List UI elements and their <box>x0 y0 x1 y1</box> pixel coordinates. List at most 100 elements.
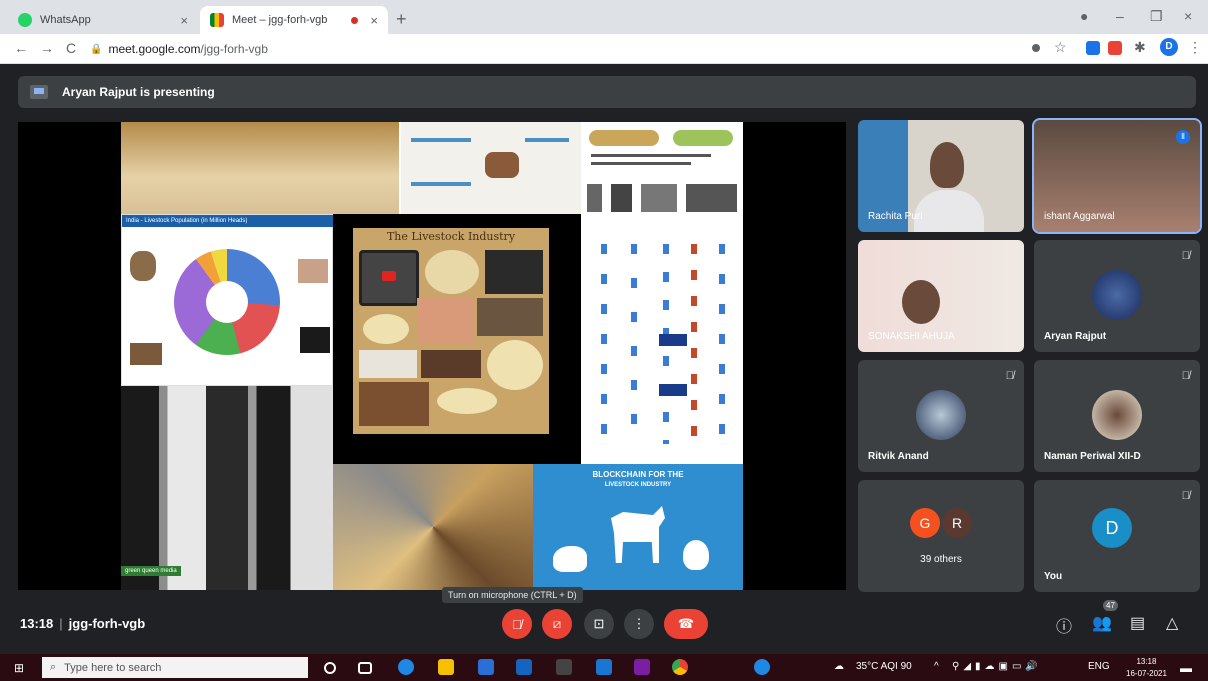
meeting-info: 13:18 | jgg-forh-vgb <box>20 616 145 631</box>
notification-icon[interactable]: ▬ <box>1180 661 1192 675</box>
participant-tile[interactable]: Rachita Puri <box>858 120 1024 232</box>
reload-button[interactable]: C <box>66 40 76 56</box>
youtube-play-icon <box>382 271 396 281</box>
mail-icon[interactable] <box>478 659 494 675</box>
others-tile[interactable]: G R 39 others <box>858 480 1024 592</box>
hang-up-icon: ☎ <box>677 616 695 631</box>
present-icon: ⊡ <box>593 616 605 631</box>
participant-name: Rachita Puri <box>868 211 923 222</box>
participant-name: Ritvik Anand <box>868 451 929 462</box>
alfalfa-image <box>583 122 743 214</box>
file-explorer-icon[interactable] <box>438 659 454 675</box>
food-collage-image <box>333 464 533 590</box>
mic-off-icon: 🎙̸ <box>512 616 522 632</box>
menu-kebab-icon[interactable]: ⋮ <box>1188 39 1202 56</box>
kebab-icon: ⋮ <box>632 616 646 631</box>
tab-meet[interactable]: Meet – jgg-forh-vgb × <box>200 6 388 34</box>
chicken-silhouette-icon <box>683 540 709 570</box>
clock-time: 13:18 <box>1136 657 1157 666</box>
presenting-text: Aryan Rajput is presenting <box>62 85 215 99</box>
avatar: D <box>1092 508 1132 548</box>
new-tab-button[interactable]: + <box>396 9 407 30</box>
app-icon[interactable] <box>634 659 650 675</box>
tab-whatsapp[interactable]: WhatsApp × <box>8 6 198 34</box>
self-tile[interactable]: 🎙̸ D You <box>1034 480 1200 592</box>
taskbar-clock[interactable]: 13:18 16-07-2021 <box>1126 656 1167 680</box>
livestock-population-chart: India - Livestock Population (in Million… <box>121 214 334 386</box>
participant-tile[interactable]: SONAKSHI AHUJA <box>858 240 1024 352</box>
taskbar-search[interactable]: ⌕ Type here to search <box>42 657 308 678</box>
whatsapp-icon <box>18 13 32 27</box>
meeting-details-icon[interactable]: ⓘ <box>1056 613 1072 637</box>
browser-titlebar: WhatsApp × Meet – jgg-forh-vgb × + ● – ❐… <box>0 0 1208 34</box>
chart-title-bar: India - Livestock Population (in Million… <box>122 215 334 227</box>
mic-off-icon: 🎙̸ <box>1181 250 1190 262</box>
more-options-button[interactable]: ⋮ <box>624 609 654 639</box>
maximize-button[interactable]: ❐ <box>1150 8 1163 25</box>
extension-icon[interactable] <box>1108 41 1122 55</box>
present-screen-button[interactable]: ⊡ <box>584 609 614 639</box>
close-window-button[interactable]: × <box>1184 8 1192 24</box>
browser-toolbar: ← → C 🔒 meet.google.com /jgg-forh-vgb ☆ … <box>0 34 1208 64</box>
leave-call-button[interactable]: ☎ <box>664 609 708 639</box>
mic-off-icon: 🎙̸ <box>1005 370 1014 382</box>
participant-tile[interactable]: ⦀ ishant Aggarwal <box>1032 118 1202 234</box>
weather-text[interactable]: 35°C AQI 90 <box>856 661 912 672</box>
chat-icon[interactable]: ▤ <box>1130 613 1145 633</box>
camera-off-icon: ⧄ <box>552 616 562 631</box>
separator: | <box>59 616 63 631</box>
mic-off-icon: 🎙̸ <box>1181 490 1190 502</box>
store-icon[interactable] <box>596 659 612 675</box>
tray-chevron-icon[interactable]: ^ <box>934 661 939 672</box>
help-icon[interactable] <box>754 659 770 675</box>
activities-icon[interactable]: △ <box>1166 613 1178 633</box>
avatar: R <box>942 508 972 538</box>
avatar: G <box>910 508 940 538</box>
microphone-toggle-button[interactable]: 🎙̸ <box>502 609 532 639</box>
profile-avatar[interactable]: D <box>1160 38 1178 56</box>
tab-title: WhatsApp <box>40 14 91 26</box>
image-caption: green queen media <box>121 566 181 576</box>
tab-close-button[interactable]: × <box>180 13 188 28</box>
camera-indicator-icon[interactable] <box>1032 44 1040 52</box>
address-bar[interactable]: 🔒 meet.google.com /jgg-forh-vgb <box>90 38 1020 60</box>
weather-icon[interactable]: ☁ <box>834 661 844 672</box>
back-button[interactable]: ← <box>14 40 28 56</box>
dropbox-icon[interactable] <box>516 659 532 675</box>
dairy-cows-image: green queen media <box>121 386 333 590</box>
app-icon[interactable] <box>556 659 572 675</box>
tab-close-button[interactable]: × <box>370 13 378 28</box>
participant-count-badge: 47 <box>1103 600 1118 611</box>
extensions-puzzle-icon[interactable]: ✱ <box>1134 39 1146 56</box>
extension-icon[interactable] <box>1086 41 1100 55</box>
participant-name: You <box>1044 571 1063 582</box>
chrome-icon[interactable] <box>672 659 688 675</box>
task-view-icon[interactable] <box>358 662 372 674</box>
participant-tile[interactable]: 🎙̸ Aryan Rajput <box>1034 240 1200 352</box>
meet-control-bar: 13:18 | jgg-forh-vgb Turn on microphone (C… <box>0 587 1208 654</box>
windows-start-icon[interactable]: ⊞ <box>14 661 24 675</box>
tab-search-icon[interactable]: ● <box>1080 8 1088 24</box>
participant-name: SONAKSHI AHUJA <box>868 331 955 342</box>
livestock-poster: The Livestock Industry <box>333 214 581 464</box>
edge-icon[interactable] <box>398 659 414 675</box>
forward-button[interactable]: → <box>40 40 54 56</box>
search-placeholder: Type here to search <box>64 661 162 674</box>
presenting-banner: Aryan Rajput is presenting <box>18 76 1196 108</box>
clock-date: 16-07-2021 <box>1126 669 1167 678</box>
others-count: 39 others <box>920 554 962 565</box>
participant-tile[interactable]: 🎙̸ Ritvik Anand <box>858 360 1024 472</box>
camera-toggle-button[interactable]: ⧄ <box>542 609 572 639</box>
cortana-icon[interactable] <box>324 662 336 674</box>
people-icon[interactable]: 👥 <box>1092 613 1112 633</box>
avatar <box>1092 390 1142 440</box>
meet-window: Aryan Rajput is presenting India - Lives… <box>0 64 1208 654</box>
bookmark-star-icon[interactable]: ☆ <box>1054 39 1067 56</box>
tray-icons[interactable]: ⚲◢▮☁▣▭🔊 <box>952 661 1042 672</box>
language-indicator[interactable]: ENG <box>1088 661 1110 672</box>
recording-dot-icon <box>351 16 359 24</box>
minimize-button[interactable]: – <box>1116 8 1124 24</box>
mic-off-icon: 🎙̸ <box>1181 370 1190 382</box>
participant-tile[interactable]: 🎙̸ Naman Periwal XII-D <box>1034 360 1200 472</box>
mic-tooltip: Turn on microphone (CTRL + D) <box>442 587 583 603</box>
